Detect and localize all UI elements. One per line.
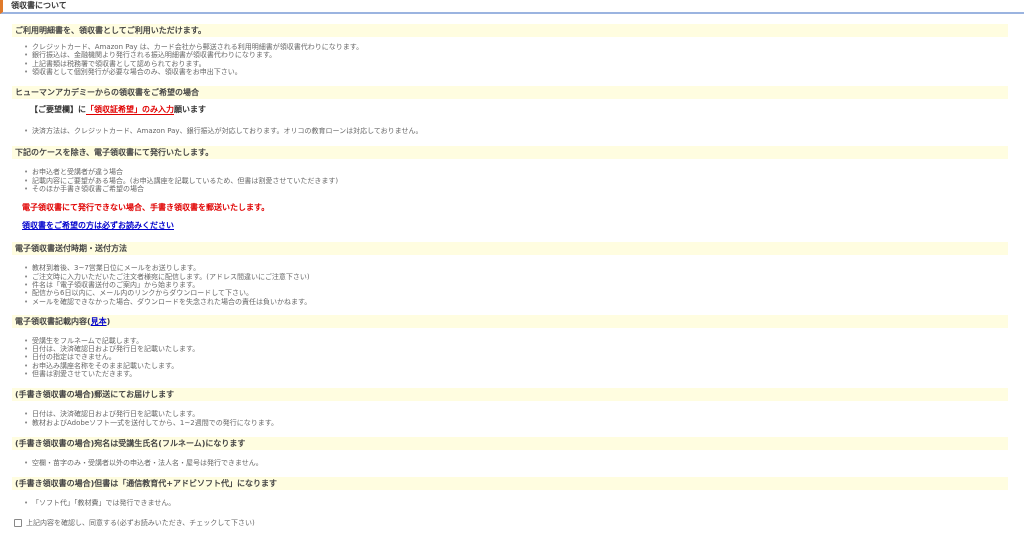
section-list-addressee: 空欄・苗字のみ・受講者以外の申込者・法人名・屋号は発行できません。 (12, 459, 1008, 468)
page-title: 領収書について (0, 0, 1024, 14)
section-heading-electronic: 下記のケースを除き、電子領収書にて発行いたします。 (12, 146, 1008, 160)
list-item: 「ソフト代」「教材費」では発行できません。 (24, 499, 1008, 508)
section-heading-addressee: (手書き領収書の場合)宛名は受講生氏名(フルネーム)になります (12, 436, 1008, 450)
section-heading-mail-delivery: (手書き領収書の場合)郵送にてお届けします (12, 388, 1008, 402)
section-heading-contents: 電子領収書記載内容(見本) (12, 314, 1008, 328)
list-item: ご注文時に入力いただいたご注文者様宛に配信します。(アドレス間違いにご注意下さい… (24, 273, 1008, 282)
list-item: 決済方法は、クレジットカード、Amazon Pay、銀行振込が対応しております。… (24, 127, 1008, 136)
list-item: 銀行振込は、金融機関より発行される振込明細書が領収書代わりになります。 (24, 51, 1008, 60)
agree-checkbox[interactable] (14, 518, 22, 527)
list-item: 但書は割愛させていただきます。 (24, 370, 1008, 379)
list-item: 配信から6日以内に、メール内のリンクからダウンロードして下さい。 (24, 289, 1008, 298)
list-item: 領収書として個別発行が必要な場合のみ、領収書をお申出下さい。 (24, 68, 1008, 77)
list-item: メールを確認できなかった場合、ダウンロードを失念された場合の責任は負いかねます。 (24, 298, 1008, 307)
request-highlight: 「領収証希望」のみ入力 (86, 105, 174, 116)
handwritten-notice: 電子領収書にて発行できない場合、手書き領収書を郵送いたします。 (22, 203, 270, 213)
list-item: 空欄・苗字のみ・受講者以外の申込者・法人名・屋号は発行できません。 (24, 459, 1008, 468)
request-prefix: 【ご要望欄】に (30, 105, 86, 115)
request-instruction: 【ご要望欄】に「領収証希望」のみ入力願います (12, 105, 1008, 116)
receipt-info-page: 領収書について ご利用明細書を、領収書としてご利用いただけます。 クレジットカー… (0, 0, 1024, 550)
content-area: ご利用明細書を、領収書としてご利用いただけます。 クレジットカード、Amazon… (12, 24, 1008, 529)
list-item: 教材到着後、3~7営業日位にメールをお送りします。 (24, 264, 1008, 273)
agree-row[interactable]: 上記内容を確認し、同意する(必ずお読みいただき、チェックして下さい) (12, 517, 1008, 529)
list-item: 日付の指定はできません。 (24, 353, 1008, 362)
section-list-proviso: 「ソフト代」「教材費」では発行できません。 (12, 499, 1008, 508)
sample-link[interactable]: 見本 (91, 317, 107, 326)
agree-label: 上記内容を確認し、同意する(必ずお読みいただき、チェックして下さい) (26, 518, 255, 527)
list-item: そのほか手書き領収書ご希望の場合 (24, 185, 1008, 194)
section-list-mail-delivery: 日付は、決済確認日および発行日を記載いたします。 教材およびAdobeソフト一式… (12, 410, 1008, 427)
list-item: 受講生をフルネームで記載します。 (24, 337, 1008, 346)
list-item: 日付は、決済確認日および発行日を記載いたします。 (24, 410, 1008, 419)
section-heading-academy-receipt: ヒューマンアカデミーからの領収書をご希望の場合 (12, 86, 1008, 100)
section-heading-proviso: (手書き領収書の場合)但書は「通信教育代+アドビソフト代」になります (12, 477, 1008, 491)
list-item: 教材およびAdobeソフト一式を送付してから、1~2週間での発行になります。 (24, 419, 1008, 428)
section-list-statement: クレジットカード、Amazon Pay は、カード会社から郵送される利用明細書が… (12, 43, 1008, 76)
section-heading-delivery: 電子領収書送付時期・送付方法 (12, 242, 1008, 256)
section-list-electronic: お申込者と受講者が違う場合 記載内容にご要望がある場合。(お申込講座を記載してい… (12, 168, 1008, 193)
list-item: お申込者と受講者が違う場合 (24, 168, 1008, 177)
list-item: 記載内容にご要望がある場合。(お申込講座を記載しているため、但書は割愛させていた… (24, 177, 1008, 186)
list-item: お申込み講座名称をそのまま記載いたします。 (24, 362, 1008, 371)
contents-heading-prefix: 電子領収書記載内容( (15, 316, 91, 326)
section-heading-statement: ご利用明細書を、領収書としてご利用いただけます。 (12, 24, 1008, 37)
request-suffix: 願います (174, 105, 206, 115)
section-list-contents: 受講生をフルネームで記載します。 日付は、決済確認日および発行日を記載いたします… (12, 337, 1008, 379)
contents-heading-suffix: ) (106, 316, 111, 326)
section-list-academy-receipt: 決済方法は、クレジットカード、Amazon Pay、銀行振込が対応しております。… (12, 127, 1008, 136)
list-item: 日付は、決済確認日および発行日を記載いたします。 (24, 345, 1008, 354)
section-list-delivery: 教材到着後、3~7営業日位にメールをお送りします。 ご注文時に入力いただいたご注… (12, 264, 1008, 307)
list-item: 上記書類は税務署で領収書として認められております。 (24, 60, 1008, 69)
must-read-link[interactable]: 領収書をご希望の方は必ずお読みください (12, 221, 174, 231)
